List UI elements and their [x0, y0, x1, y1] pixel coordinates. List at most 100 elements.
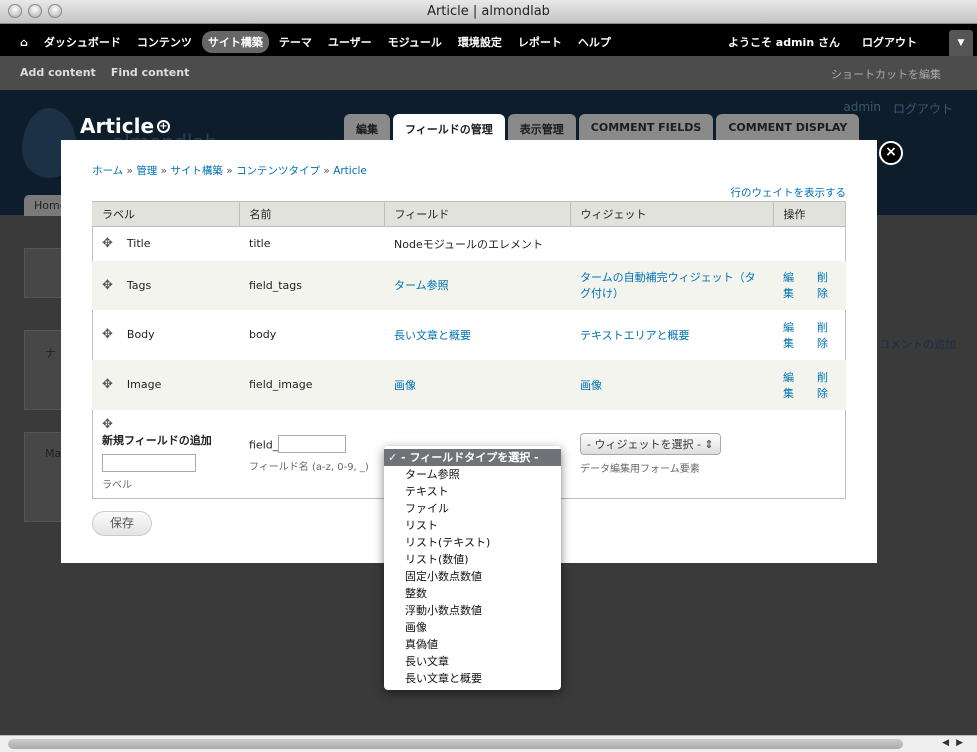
- dropdown-option[interactable]: 長い文章: [384, 653, 561, 670]
- row-name: body: [249, 328, 277, 341]
- dropdown-option[interactable]: リスト(数値): [384, 551, 561, 568]
- col-operations: 操作: [773, 201, 846, 227]
- window-titlebar: Article | almondlab: [0, 0, 977, 24]
- breadcrumb: ホーム » 管理 » サイト構築 » コンテンツタイプ » Article: [92, 163, 367, 178]
- save-button[interactable]: 保存: [92, 511, 152, 536]
- row-field-link[interactable]: 画像: [394, 379, 416, 392]
- background-comment-add: コメントの追加: [879, 338, 956, 351]
- dropdown-option[interactable]: 長い文章と概要: [384, 670, 561, 687]
- toolbar-item-dashboard[interactable]: ダッシュボード: [38, 31, 127, 53]
- field-type-dropdown[interactable]: ✓ - フィールドタイプを選択 - ターム参照 テキスト ファイル リスト リス…: [384, 446, 561, 690]
- home-icon[interactable]: ⌂: [14, 33, 34, 52]
- background-search-box: [24, 248, 64, 298]
- row-widget-link[interactable]: 画像: [580, 379, 602, 392]
- welcome-user[interactable]: ようこそ admin さん: [728, 34, 840, 50]
- toolbar-item-appearance[interactable]: テーマ: [273, 31, 318, 53]
- tab-comment-display[interactable]: COMMENT DISPLAY: [716, 114, 860, 142]
- row-name: title: [249, 237, 271, 251]
- row-field-link[interactable]: ターム参照: [394, 279, 449, 292]
- dropdown-option[interactable]: 真偽値: [384, 636, 561, 653]
- shortcut-find-content[interactable]: Find content: [111, 66, 190, 79]
- dropdown-option[interactable]: リスト(テキスト): [384, 534, 561, 551]
- row-edit-link[interactable]: 編集: [783, 319, 797, 351]
- dropdown-option[interactable]: 画像: [384, 619, 561, 636]
- dropdown-selected-option[interactable]: ✓ - フィールドタイプを選択 -: [384, 449, 561, 466]
- breadcrumb-admin[interactable]: 管理: [136, 165, 157, 177]
- scrollbar-thumb[interactable]: [8, 739, 903, 749]
- toolbar-item-reports[interactable]: レポート: [512, 31, 568, 53]
- toolbar-item-help[interactable]: ヘルプ: [572, 31, 617, 53]
- admin-toolbar: ⌂ ダッシュボード コンテンツ サイト構築 テーマ ユーザー モジュール 環境設…: [0, 24, 977, 56]
- breadcrumb-content-types[interactable]: コンテンツタイプ: [236, 165, 320, 177]
- row-delete-link[interactable]: 削除: [817, 269, 831, 301]
- scroll-left-icon[interactable]: ◀: [942, 738, 949, 748]
- toolbar-item-config[interactable]: 環境設定: [452, 31, 508, 53]
- widget-select-value: - ウィジェットを選択 -: [587, 438, 701, 451]
- row-edit-link[interactable]: 編集: [783, 269, 797, 301]
- col-field: フィールド: [384, 201, 571, 227]
- zoom-window-button[interactable]: [48, 4, 62, 18]
- row-field: Nodeモジュールのエレメント: [394, 237, 543, 251]
- row-widget-link[interactable]: タームの自動補完ウィジェット（タグ付け）: [580, 271, 756, 300]
- drag-handle-icon[interactable]: ✥: [102, 377, 113, 392]
- row-delete-link[interactable]: 削除: [817, 319, 831, 351]
- logout-link[interactable]: ログアウト: [862, 34, 917, 50]
- dropdown-option[interactable]: ターム参照: [384, 466, 561, 483]
- table-row: ✥ Title title Nodeモジュールのエレメント: [92, 227, 846, 261]
- window-controls[interactable]: [8, 4, 62, 18]
- row-delete-link[interactable]: 削除: [817, 369, 831, 401]
- tab-edit[interactable]: 編集: [344, 114, 390, 142]
- show-row-weights-link[interactable]: 行のウェイトを表示する: [731, 185, 847, 200]
- dropdown-option[interactable]: 浮動小数点数値: [384, 602, 561, 619]
- drag-handle-icon[interactable]: ✥: [102, 417, 113, 432]
- chevron-down-icon: ▼: [957, 38, 965, 48]
- widget-select[interactable]: - ウィジェットを選択 - ⇕: [580, 433, 721, 455]
- widget-hint: データ編集用フォーム要素: [580, 464, 700, 475]
- breadcrumb-sep: »: [160, 165, 168, 177]
- add-shortcut-icon[interactable]: +: [157, 120, 170, 133]
- col-widget: ウィジェット: [570, 201, 774, 227]
- label-hint: ラベル: [102, 480, 132, 491]
- tab-manage-display[interactable]: 表示管理: [507, 114, 576, 142]
- add-field-title: 新規フィールドの追加: [102, 434, 212, 447]
- breadcrumb-sep: »: [226, 165, 233, 177]
- breadcrumb-structure[interactable]: サイト構築: [170, 165, 223, 177]
- close-dialog-icon[interactable]: ×: [879, 141, 903, 165]
- breadcrumb-home[interactable]: ホーム: [92, 165, 123, 177]
- toolbar-item-modules[interactable]: モジュール: [382, 31, 448, 53]
- horizontal-scrollbar[interactable]: ◀ ▶: [0, 735, 977, 752]
- col-name: 名前: [239, 201, 385, 227]
- minimize-window-button[interactable]: [28, 4, 42, 18]
- scroll-right-icon[interactable]: ▶: [956, 738, 963, 748]
- row-widget-link[interactable]: テキストエリアと概要: [580, 329, 689, 342]
- tab-manage-fields[interactable]: フィールドの管理: [393, 114, 505, 142]
- dropdown-option[interactable]: ファイル: [384, 500, 561, 517]
- dropdown-option[interactable]: 固定小数点数値: [384, 568, 561, 585]
- shortcut-add-content[interactable]: Add content: [20, 66, 96, 79]
- new-field-label-input[interactable]: [102, 454, 196, 472]
- toolbar-item-content[interactable]: コンテンツ: [131, 31, 198, 53]
- breadcrumb-sep: »: [323, 165, 330, 177]
- row-name: field_tags: [239, 260, 384, 310]
- new-field-name-input[interactable]: [278, 435, 347, 453]
- toolbar-item-people[interactable]: ユーザー: [322, 31, 378, 53]
- shortcuts-toggle[interactable]: ▼: [949, 30, 973, 56]
- drag-handle-icon[interactable]: ✥: [102, 327, 113, 342]
- toolbar-item-structure[interactable]: サイト構築: [201, 31, 269, 53]
- dropdown-option[interactable]: テキスト: [384, 483, 561, 500]
- drag-handle-icon[interactable]: ✥: [102, 278, 113, 293]
- field-name-prefix: field_: [249, 438, 279, 452]
- field-name-hint: フィールド名 (a-z, 0-9, _): [249, 462, 369, 473]
- row-edit-link[interactable]: 編集: [783, 369, 797, 401]
- col-label: ラベル: [92, 201, 240, 227]
- dropdown-option[interactable]: リスト: [384, 517, 561, 534]
- header-logout-link[interactable]: ログアウト: [893, 100, 953, 117]
- row-field-link[interactable]: 長い文章と概要: [394, 329, 471, 342]
- tab-comment-fields[interactable]: COMMENT FIELDS: [578, 114, 714, 142]
- dropdown-option[interactable]: 整数: [384, 585, 561, 602]
- close-window-button[interactable]: [8, 4, 22, 18]
- drag-handle-icon[interactable]: ✥: [102, 236, 113, 251]
- edit-shortcuts-link[interactable]: ショートカットを編集: [831, 66, 941, 82]
- breadcrumb-article[interactable]: Article: [333, 165, 367, 177]
- shortcuts-bar: Add content Find content ショートカットを編集: [0, 56, 977, 90]
